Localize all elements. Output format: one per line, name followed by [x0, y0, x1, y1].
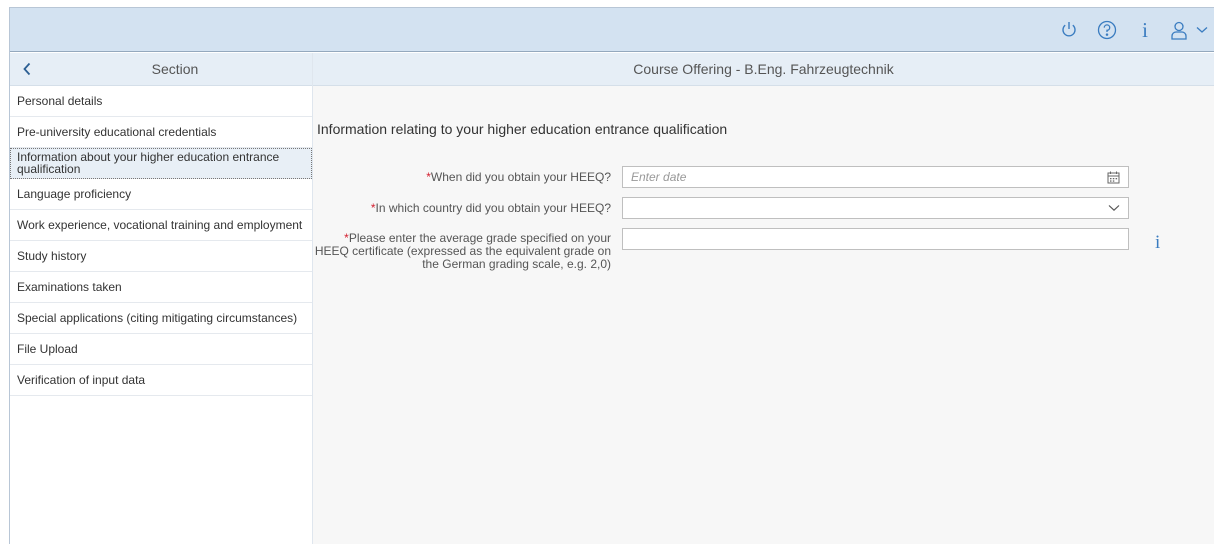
- user-menu-button[interactable]: [1164, 8, 1214, 52]
- date-placeholder: Enter date: [631, 170, 687, 184]
- info-icon[interactable]: i: [1126, 8, 1164, 52]
- sidebar-item-special-applications[interactable]: Special applications (citing mitigating …: [10, 303, 312, 334]
- calendar-icon[interactable]: [1107, 171, 1120, 184]
- power-icon[interactable]: [1050, 8, 1088, 52]
- sidebar-header: Section: [10, 53, 312, 86]
- grade-label: *Please enter the average grade specifie…: [313, 232, 611, 271]
- grade-info-icon[interactable]: i: [1155, 232, 1160, 254]
- user-icon: [1171, 21, 1187, 40]
- course-offering-header: Course Offering - B.Eng. Fahrzeugtechnik: [313, 53, 1214, 86]
- chevron-left-icon: [23, 62, 31, 76]
- sidebar-title: Section: [151, 61, 199, 77]
- grade-label-text: Please enter the average grade specified…: [314, 231, 611, 271]
- sidebar-item-verification[interactable]: Verification of input data: [10, 365, 312, 396]
- grade-input[interactable]: [622, 228, 1129, 250]
- back-button[interactable]: [10, 53, 44, 86]
- section-sidebar: Section Personal details Pre-university …: [10, 53, 313, 544]
- sidebar-item-pre-university-credentials[interactable]: Pre-university educational credentials: [10, 117, 312, 148]
- sidebar-item-examinations-taken[interactable]: Examinations taken: [10, 272, 312, 303]
- date-label-text: When did you obtain your HEEQ?: [430, 170, 611, 184]
- shell-bar: i: [10, 8, 1214, 52]
- help-icon[interactable]: [1088, 8, 1126, 52]
- section-list: Personal details Pre-university educatio…: [10, 86, 312, 396]
- sidebar-item-heeq-information[interactable]: Information about your higher education …: [10, 148, 312, 179]
- date-label: *When did you obtain your HEEQ?: [313, 171, 611, 184]
- country-label-text: In which country did you obtain your HEE…: [375, 201, 611, 215]
- form-title: Information relating to your higher educ…: [317, 121, 728, 137]
- app-frame: i Section Personal details Pre-universit…: [9, 7, 1214, 544]
- country-label: *In which country did you obtain your HE…: [313, 202, 611, 215]
- main-content: Course Offering - B.Eng. Fahrzeugtechnik…: [313, 53, 1214, 544]
- info-glyph: i: [1142, 17, 1148, 42]
- sidebar-item-file-upload[interactable]: File Upload: [10, 334, 312, 365]
- chevron-down-icon: [1196, 27, 1208, 33]
- country-select[interactable]: [622, 197, 1129, 219]
- chevron-down-icon[interactable]: [1108, 204, 1120, 212]
- date-field[interactable]: Enter date: [622, 166, 1129, 188]
- sidebar-item-language-proficiency[interactable]: Language proficiency: [10, 179, 312, 210]
- sidebar-item-work-experience[interactable]: Work experience, vocational training and…: [10, 210, 312, 241]
- shell-actions: i: [1050, 8, 1214, 52]
- sidebar-item-personal-details[interactable]: Personal details: [10, 86, 312, 117]
- sidebar-item-study-history[interactable]: Study history: [10, 241, 312, 272]
